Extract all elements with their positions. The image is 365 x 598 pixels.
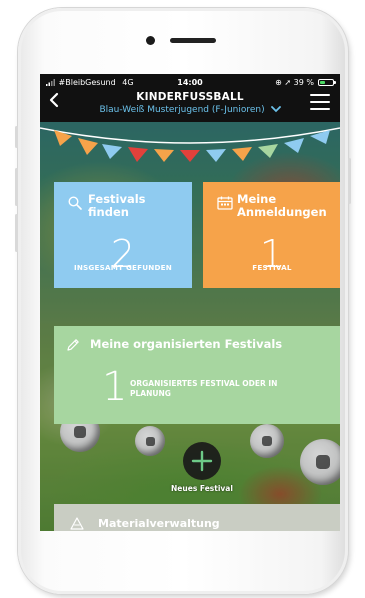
find-festivals-tile[interactable]: Festivals finden 2 INSGESAMT GEFUNDEN <box>54 182 192 288</box>
my-registrations-label: Meine Anmeldungen <box>237 192 327 219</box>
earpiece-speaker <box>170 38 216 43</box>
my-organized-festivals-label: Meine organisierten Festivals <box>90 337 283 351</box>
search-icon <box>68 196 82 210</box>
my-organized-festivals-tile[interactable]: Meine organisierten Festivals 1 ORGANISI… <box>54 326 340 424</box>
status-bar: #BleibGesund 4G 14:00 ⊕ ➚ 39 % <box>40 77 340 89</box>
power-button <box>348 158 351 204</box>
app-screen: #BleibGesund 4G 14:00 ⊕ ➚ 39 % KINDERFUS… <box>40 74 340 531</box>
warning-cone-icon <box>70 517 84 530</box>
battery-icon <box>318 79 336 86</box>
volume-down-button <box>15 214 18 252</box>
new-festival-button[interactable] <box>183 442 221 480</box>
pencil-icon <box>67 339 79 351</box>
hamburger-menu-button[interactable] <box>310 94 330 110</box>
alarm-icon: ⊕ <box>275 78 282 87</box>
phone-chin <box>60 532 306 582</box>
find-festivals-sub: INSGESAMT GEFUNDEN <box>73 263 173 272</box>
new-festival-label: Neues Festival <box>171 484 233 493</box>
bunting-decoration <box>40 127 340 162</box>
my-organized-festivals-count: 1 <box>102 364 128 410</box>
team-selector[interactable]: Blau-Weiß Musterjugend (F-Junioren) <box>40 105 340 115</box>
material-management-label: Materialverwaltung <box>98 517 220 530</box>
mute-switch <box>15 126 18 148</box>
chevron-down-icon <box>270 106 281 113</box>
team-name: Blau-Weiß Musterjugend (F-Junioren) <box>99 105 265 115</box>
location-icon: ➚ <box>284 78 292 87</box>
status-right: ⊕ ➚ 39 % <box>275 77 314 89</box>
my-registrations-sub: FESTIVAL <box>252 263 292 272</box>
volume-up-button <box>15 168 18 206</box>
my-registrations-tile[interactable]: Meine Anmeldungen 1 FESTIVAL <box>203 182 340 288</box>
front-camera <box>146 36 155 45</box>
page-title: KINDERFUSSBALL <box>136 91 244 103</box>
find-festivals-label: Festivals finden <box>88 192 146 219</box>
plus-icon <box>191 450 213 472</box>
calendar-icon <box>217 196 233 210</box>
battery-percentage: 39 % <box>293 78 314 87</box>
my-organized-festivals-sub: ORGANISIERTES FESTIVAL ODER IN PLANUNG <box>130 379 278 398</box>
material-management-tile[interactable]: Materialverwaltung <box>54 504 340 531</box>
app-header: #BleibGesund 4G 14:00 ⊕ ➚ 39 % KINDERFUS… <box>40 74 340 122</box>
